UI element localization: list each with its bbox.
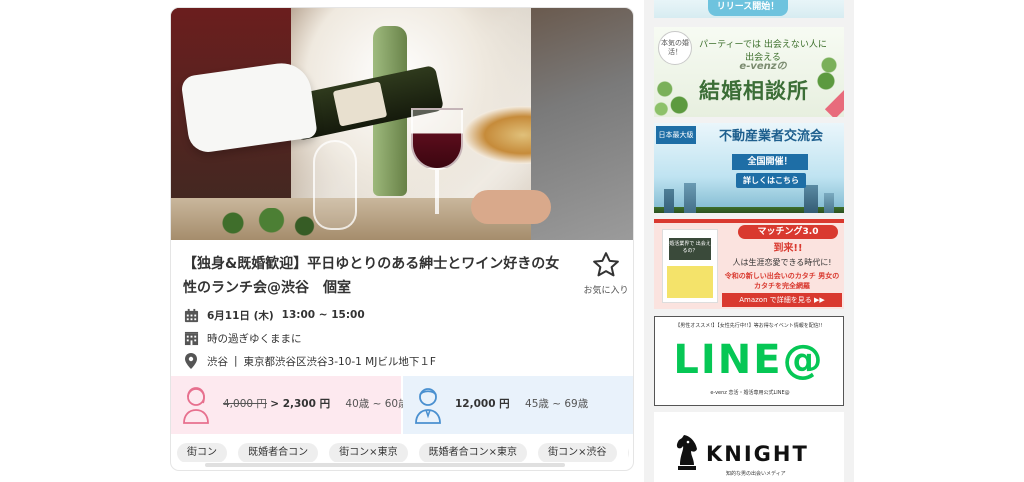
event-datetime: 6月11日 (木) 13:00 ~ 15:00 [183,305,365,325]
event-photo[interactable] [171,8,633,240]
male-age-range: 45歳 ~ 69歳 [525,398,589,410]
banner-accent-bar [654,219,844,223]
amazon-button[interactable]: Amazon で詳細を見る ▶▶ [722,293,842,307]
female-age-range: 40歳 ~ 60歳 [345,398,409,410]
building-icon [183,330,199,346]
favorite-label: お気に入り [583,286,629,296]
banner-headline: 到来!! [773,243,803,254]
book-board-text: 婚活業界で 出会えるの？ [669,238,711,260]
marriage-agency-banner[interactable]: 本気の婚活！ パーティーでは 出会えない人に出会える e-venzの 結婚相談所 [654,27,844,117]
male-price: 12,000 円 [455,398,510,410]
event-organizer: 時の過ぎゆくままに [183,328,302,348]
tag-item[interactable]: 街コン×東京 [329,443,408,462]
banner-badge: マッチング3.0 [738,225,838,239]
banner-title: 結婚相談所 [699,79,809,103]
female-price: > 2,300 円 [270,398,331,410]
tag-list: 街コン 既婚者合コン 街コン×東京 既婚者合コン×東京 街コン×渋谷 既婚 [177,440,629,462]
release-banner[interactable]: リリース開始！ [654,0,844,18]
line-banner[interactable]: 【男性オススメ!】【女性先行中!!】等お得なイベント情報を配信!! LINE@ … [654,316,844,406]
banner-text: 人は生涯恋愛できる時代に! [732,258,832,267]
organizer-name[interactable]: 時の過ぎゆくままに [207,331,302,346]
tag-item[interactable]: 既婚 [627,443,629,462]
tag-item[interactable]: 既婚者合コン×東京 [418,443,528,462]
tag-item[interactable]: 既婚者合コン [238,443,319,462]
event-time: 13:00 ~ 15:00 [281,309,365,321]
seal-badge: 本気の婚活！ [658,31,692,65]
tag-item[interactable]: 街コン×渋谷 [538,443,617,462]
banner-subtitle: e-venz 恋活・婚活専用公式LINE@ [710,390,790,396]
calendar-icon [183,307,199,323]
banner-subtitle: 全国開催！ [732,154,808,170]
banner-caption: 日本最大級 [656,126,696,144]
event-title[interactable]: 【独身&既婚歓迎】平日ゆとりのある紳士とワイン好きの女性のランチ会@渋谷 個室 [183,252,568,300]
male-price-box: 12,000 円 45歳 ~ 69歳 [403,376,633,434]
line-logo: LINE@ [673,337,825,383]
male-price-row: 12,000 円 45歳 ~ 69歳 [455,396,588,411]
banner-caption: 【男性オススメ!】【女性先行中!!】等お得なイベント情報を配信!! [675,323,823,329]
tag-item[interactable]: 街コン [177,443,227,462]
event-location: 渋谷 | 東京都渋谷区渋谷3-10-1 MJビル地下１F [183,351,436,371]
male-icon [415,388,441,424]
event-address: 東京都渋谷区渋谷3-10-1 MJビル地下１F [243,355,436,368]
chess-knight-icon [676,435,697,470]
book-cover-art [667,266,713,298]
release-label: リリース開始！ [708,0,788,16]
female-icon [183,387,209,424]
event-date: 6月11日 (木) [207,309,274,322]
knight-logo: KNIGHT [706,442,809,466]
female-original-price: 4,000 円 [223,398,267,410]
banner-brand: e-venzの [739,61,787,72]
book-banner[interactable]: 婚活業界で 出会えるの？ マッチング3.0 到来!! 人は生涯恋愛できる時代に!… [654,219,844,309]
event-card[interactable]: 【独身&既婚歓迎】平日ゆとりのある紳士とワイン好きの女性のランチ会@渋谷 個室 … [171,8,633,470]
female-price-box: 4,000 円 > 2,300 円 40歳 ~ 60歳 [171,376,409,434]
banner-text: 令和の新しい出会いのカタチ 男女のカタチを完全網羅 [724,272,840,290]
female-price-row: 4,000 円 > 2,300 円 40歳 ~ 60歳 [223,396,409,411]
banner-subtitle: 知的な男の出会いメディア [726,471,786,477]
favorite-button[interactable]: お気に入り [582,250,630,308]
location-pin-icon [183,353,199,369]
details-button[interactable]: 詳しくはこちら [736,173,806,188]
event-area: 渋谷 [207,355,228,368]
banner-title: 不動産業者交流会 [718,129,823,144]
star-icon [593,252,619,277]
knight-banner[interactable]: KNIGHT 知的な男の出会いメディア [654,412,844,482]
tag-scrollbar[interactable] [205,463,565,467]
book-cover: 婚活業界で 出会えるの？ [662,229,718,303]
real-estate-banner[interactable]: 日本最大級 不動産業者交流会 全国開催！ 詳しくはこちら [654,123,844,213]
